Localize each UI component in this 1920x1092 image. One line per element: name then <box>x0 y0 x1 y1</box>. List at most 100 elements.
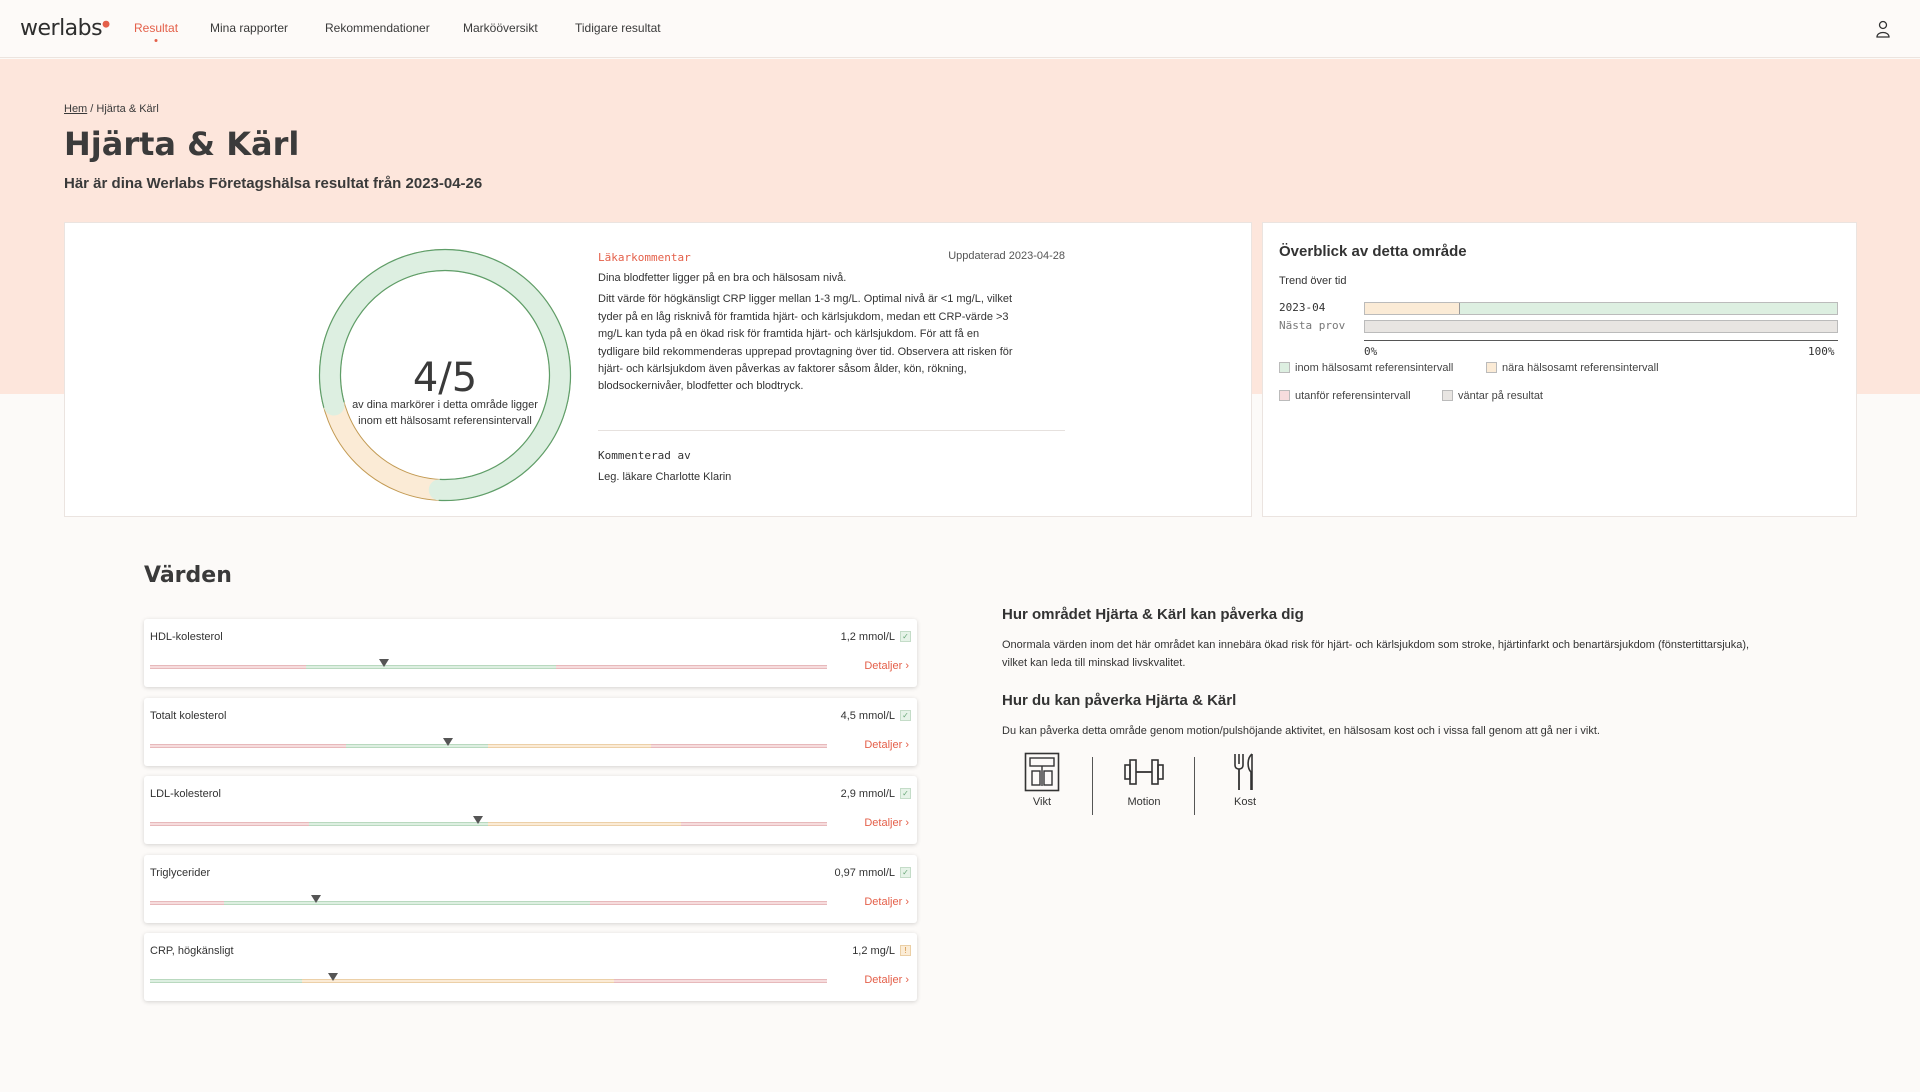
trend-segment-pending <box>1365 321 1837 332</box>
commented-by-label: Kommenterad av <box>598 449 691 462</box>
range-segment <box>150 665 306 669</box>
chevron-right-icon: › <box>902 974 909 986</box>
doctor-comment-title: Läkarkommentar <box>598 251 691 264</box>
legend-swatch <box>1279 390 1290 401</box>
range-segment <box>150 900 225 905</box>
score-ring: 4/5 av dina markörer i detta område ligg… <box>315 245 575 505</box>
overview-title: Överblick av detta område <box>1279 243 1467 260</box>
nav-item-resultat[interactable]: Resultat <box>134 21 178 35</box>
check-icon: ✓ <box>900 788 911 799</box>
range-segment <box>590 900 827 905</box>
tip-label: Vikt <box>1032 796 1052 808</box>
value-card[interactable]: CRP, högkänsligt 1,2 mg/L! Detaljer › <box>144 933 917 1001</box>
legend-item-near: nära hälsosamt referensintervall <box>1486 362 1659 374</box>
details-link[interactable]: Detaljer › <box>864 896 909 908</box>
value-card[interactable]: Triglycerider 0,97 mmol/L ✓ Detaljer › <box>144 854 917 923</box>
nav-item-tidigare-resultat[interactable]: Tidigare resultat <box>575 21 661 35</box>
comment-updated-date: Uppdaterad 2023-04-28 <box>948 250 1065 262</box>
legend-item-within: inom hälsosamt referensintervall <box>1279 362 1453 374</box>
werlabs-logo[interactable]: werlabs● <box>20 16 110 41</box>
value-name: LDL-kolesterol <box>150 788 221 800</box>
chevron-right-icon: › <box>902 738 909 751</box>
impact-text: Onormala värden inom det här området kan… <box>1002 639 1750 669</box>
reference-range-bar <box>150 900 827 905</box>
chevron-right-icon: › <box>902 895 909 908</box>
range-segment <box>556 665 827 669</box>
legend-swatch <box>1486 362 1497 373</box>
value-card[interactable]: LDL-kolesterol 2,9 mmol/L ✓ Detaljer › <box>144 776 917 844</box>
reference-range-bar <box>150 743 827 748</box>
fork-knife-icon <box>1234 753 1253 790</box>
value-card[interactable]: HDL-kolesterol 1,2 mmol/L ✓ Detaljer › <box>144 619 917 687</box>
range-segment <box>488 822 682 826</box>
axis-tick-min: 0% <box>1364 345 1378 358</box>
details-label: Detaljer <box>864 817 903 829</box>
influence-heading: Hur du kan påverka Hjärta & Kärl <box>1002 692 1237 709</box>
value-marker <box>327 973 338 981</box>
values-title: Värden <box>144 563 232 588</box>
tip-label: Motion <box>1127 796 1161 808</box>
reference-range-bar <box>150 979 827 983</box>
user-icon[interactable] <box>1876 20 1890 38</box>
details-label: Detaljer <box>864 660 903 672</box>
score-label: av dina markörer i detta område ligger i… <box>352 399 538 427</box>
value-amount: 4,5 mmol/L <box>840 709 895 722</box>
divider <box>1092 757 1093 815</box>
comment-paragraph: Dina blodfetter ligger på en bra och häl… <box>598 272 847 284</box>
tip-motion[interactable]: Motion <box>1104 752 1184 808</box>
check-icon: ✓ <box>900 631 911 642</box>
value-name: HDL-kolesterol <box>150 631 223 643</box>
range-segment <box>488 743 651 748</box>
details-link[interactable]: Detaljer › <box>864 660 909 672</box>
value-amount: 2,9 mmol/L <box>840 788 895 800</box>
page-subtitle: Här är dina Werlabs Företagshälsa result… <box>64 175 483 192</box>
score-value: 4/5 <box>412 355 478 401</box>
details-label: Detaljer <box>864 738 903 751</box>
trend-segment-near <box>1365 303 1460 314</box>
trend-bar <box>1364 320 1838 333</box>
doctor-comment-body: Dina blodfetter ligger på en bra och häl… <box>598 270 1018 400</box>
range-segment <box>305 665 557 669</box>
warning-icon: ! <box>900 945 911 956</box>
impact-heading: Hur området Hjärta & Kärl kan påverka di… <box>1002 606 1304 623</box>
range-segment <box>150 979 303 983</box>
range-segment <box>150 822 310 826</box>
range-segment <box>650 743 827 748</box>
reference-range-bar <box>150 822 827 826</box>
value-name: CRP, högkänsligt <box>150 945 234 957</box>
legend-swatch <box>1279 362 1290 373</box>
value-card[interactable]: Totalt kolesterol 4,5 mmol/L ✓ Detaljer › <box>144 697 917 766</box>
nav-item-mina-rapporter[interactable]: Mina rapporter <box>210 21 288 35</box>
nav-item-markoroversikt[interactable]: Markööversikt <box>463 21 538 35</box>
legend-swatch <box>1442 390 1453 401</box>
range-segment <box>346 743 489 748</box>
details-link[interactable]: Detaljer › <box>864 739 909 751</box>
chevron-right-icon: › <box>902 817 909 829</box>
value-marker <box>310 894 321 903</box>
value-amount: 0,97 mmol/L <box>834 866 895 879</box>
reference-range-bar <box>150 665 827 669</box>
top-nav: werlabs● Resultat Mina rapporter Rekomme… <box>0 0 1920 58</box>
details-link[interactable]: Detaljer › <box>864 974 909 986</box>
tip-vikt[interactable]: Vikt <box>1002 752 1082 808</box>
breadcrumb: Hem / Hjärta & Kärl <box>64 103 159 115</box>
value-marker <box>378 659 389 667</box>
range-segment <box>613 979 827 983</box>
divider <box>1194 757 1195 815</box>
dumbbell-icon <box>1124 759 1164 785</box>
details-link[interactable]: Detaljer › <box>864 817 909 829</box>
page-title: Hjärta & Kärl <box>64 125 300 163</box>
breadcrumb-separator: / <box>90 103 94 115</box>
summary-card: 4/5 av dina markörer i detta område ligg… <box>64 222 1252 517</box>
tip-kost[interactable]: Kost <box>1205 752 1285 808</box>
influence-text: Du kan påverka detta område genom motion… <box>1002 725 1600 737</box>
details-label: Detaljer <box>864 974 903 986</box>
breadcrumb-home-link[interactable]: Hem <box>64 103 87 115</box>
divider <box>598 430 1065 431</box>
range-segment <box>681 822 827 826</box>
scale-icon <box>1024 752 1060 792</box>
value-marker <box>442 737 453 746</box>
range-segment <box>224 900 591 905</box>
trend-row-label: 2023-04 <box>1279 301 1326 314</box>
nav-item-rekommendationer[interactable]: Rekommendationer <box>325 21 430 35</box>
